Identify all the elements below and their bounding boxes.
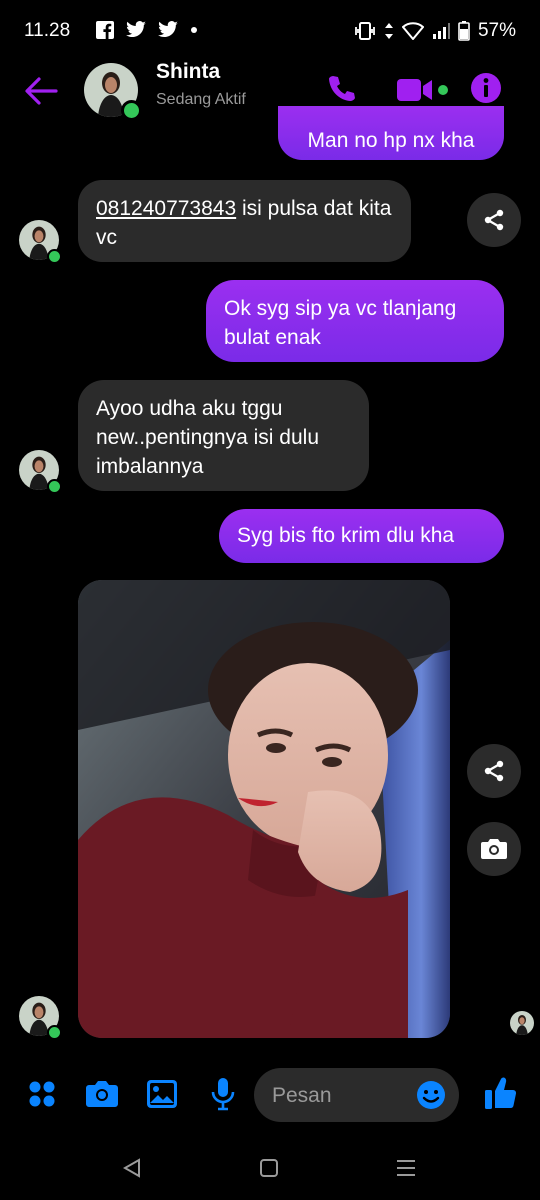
- battery-icon: [458, 21, 470, 41]
- message-bubble-outgoing[interactable]: Syg bis fto krim dlu kha: [219, 509, 504, 563]
- message-bubble-incoming[interactable]: Ayoo udha aku tggu new..pentingnya isi d…: [78, 380, 369, 491]
- share-button[interactable]: [467, 193, 521, 247]
- message-input[interactable]: [270, 1080, 414, 1112]
- message-composer: [0, 1062, 540, 1128]
- message-text: Syg bis fto krim dlu kha: [237, 524, 455, 547]
- camera-icon[interactable]: [85, 1079, 119, 1109]
- photo-image: [78, 580, 450, 1038]
- nav-home-icon[interactable]: [260, 1159, 278, 1177]
- vibrate-icon: [355, 22, 375, 40]
- online-indicator: [121, 100, 142, 121]
- emoji-icon[interactable]: [416, 1080, 446, 1110]
- message-text: Man no hp nx kha: [307, 129, 475, 152]
- gallery-icon[interactable]: [146, 1079, 178, 1109]
- status-bar: 11.28 57%: [0, 0, 540, 60]
- battery-percent: 57%: [477, 20, 516, 41]
- nav-back-icon[interactable]: [122, 1158, 142, 1178]
- save-photo-button[interactable]: [467, 822, 521, 876]
- photo-message[interactable]: [78, 580, 450, 1038]
- status-time: 11.28: [24, 20, 71, 41]
- message-bubble-incoming[interactable]: 081240773843 isi pulsa dat kita vc: [78, 180, 411, 262]
- facebook-icon: [96, 21, 114, 39]
- read-receipt-avatar: [510, 1011, 534, 1035]
- share-icon: [484, 209, 504, 231]
- twitter-icon: [158, 21, 178, 38]
- contact-name[interactable]: Shinta: [156, 60, 220, 84]
- wifi-icon: [401, 22, 424, 40]
- camera-icon: [481, 839, 507, 859]
- phone-icon[interactable]: [326, 74, 356, 104]
- system-navigation-bar: [0, 1130, 540, 1200]
- share-icon: [484, 760, 504, 782]
- online-indicator: [47, 479, 62, 494]
- active-status: Sedang Aktif: [156, 91, 246, 108]
- message-bubble-outgoing[interactable]: Ok syg sip ya vc tlanjang bulat enak: [206, 280, 504, 362]
- message-text: Ok syg sip ya vc tlanjang bulat enak: [224, 297, 457, 349]
- avatar-image: [510, 1011, 534, 1035]
- message-input-container: [254, 1068, 459, 1122]
- apps-icon[interactable]: [28, 1080, 56, 1108]
- message-text: Ayoo udha aku tggu new..pentingnya isi d…: [96, 397, 319, 478]
- video-active-dot: [438, 85, 448, 95]
- nav-recents-icon[interactable]: [396, 1159, 416, 1177]
- signal-icon: [432, 23, 450, 39]
- microphone-icon[interactable]: [210, 1077, 236, 1111]
- online-indicator: [47, 249, 62, 264]
- online-indicator: [47, 1025, 62, 1040]
- back-arrow-icon[interactable]: [24, 76, 58, 106]
- message-bubble-outgoing[interactable]: Man no hp nx kha: [278, 106, 504, 160]
- phone-number-link[interactable]: 081240773843: [96, 197, 236, 220]
- notification-dot-icon: [191, 27, 197, 33]
- share-button[interactable]: [467, 744, 521, 798]
- like-icon[interactable]: [484, 1075, 518, 1111]
- twitter-icon: [126, 21, 146, 38]
- data-arrows-icon: [384, 23, 393, 39]
- video-call-icon[interactable]: [396, 77, 434, 103]
- info-icon[interactable]: [470, 72, 502, 104]
